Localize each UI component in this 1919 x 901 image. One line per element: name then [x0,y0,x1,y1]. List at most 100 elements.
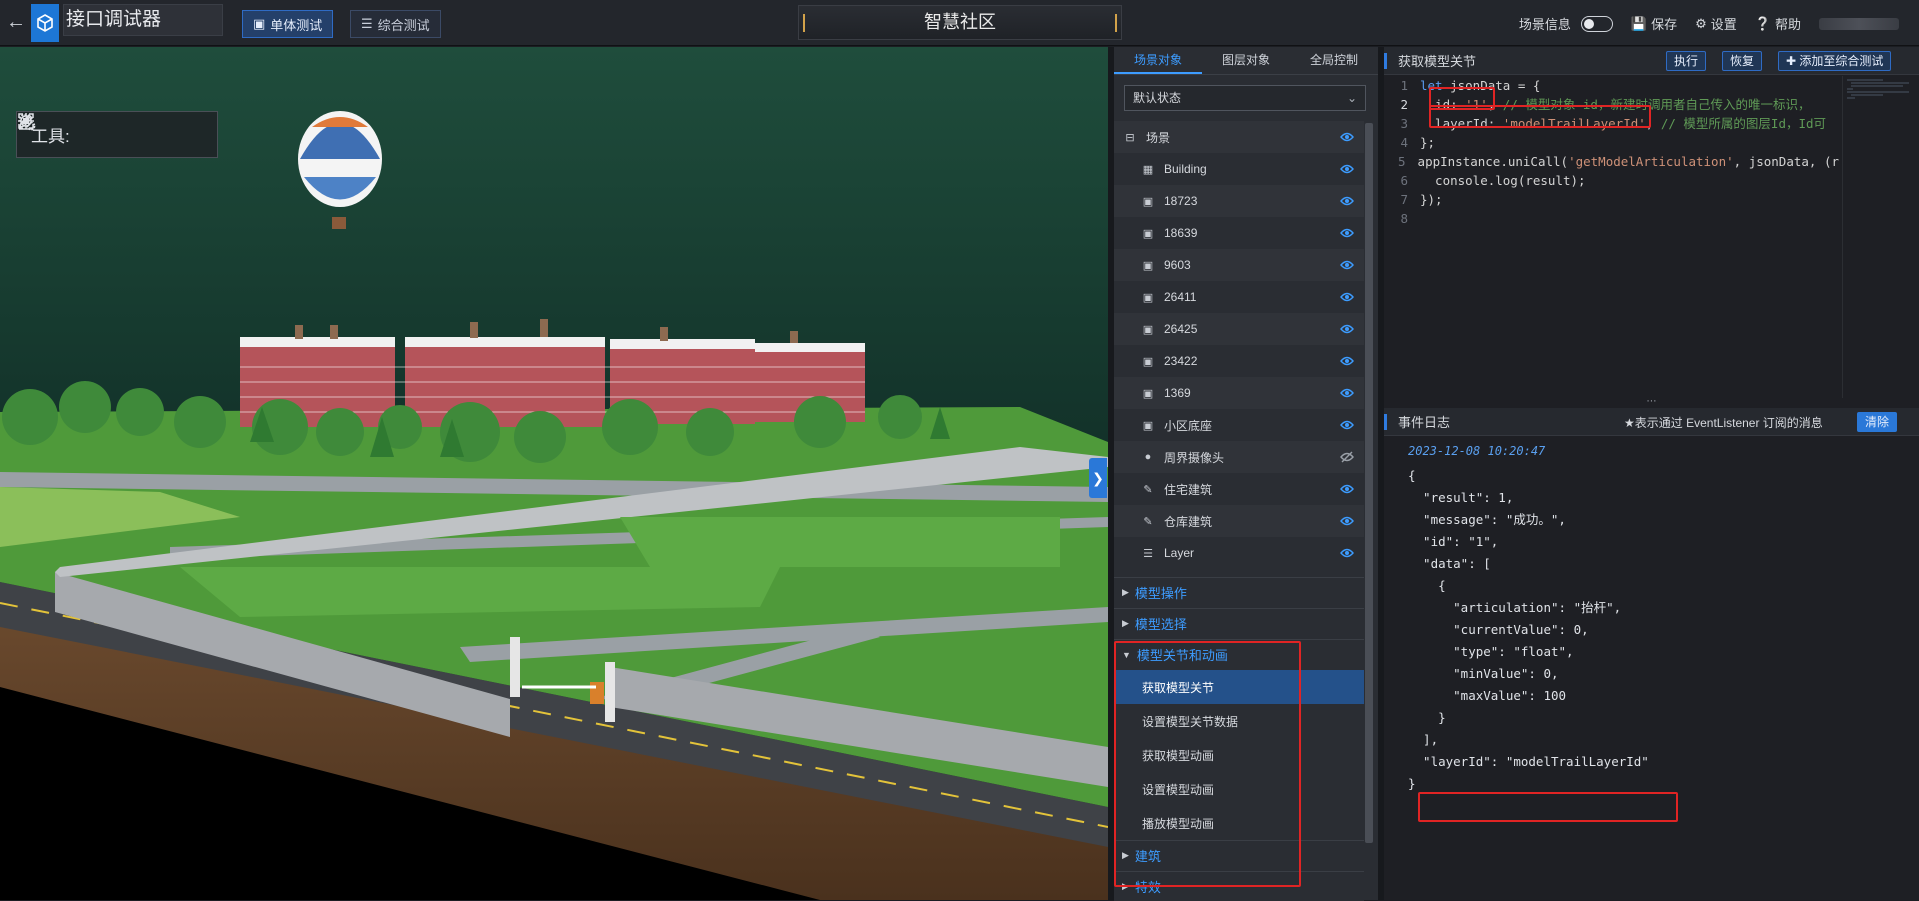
locate-icon[interactable] [18,113,100,145]
eye-icon[interactable] [1340,291,1354,303]
eye-icon[interactable] [1340,259,1354,271]
eye-icon[interactable] [1340,131,1354,143]
settings-button[interactable]: ⚙ 设置 [1695,14,1737,33]
log-timestamp: 2023-12-08 10:20:47 [1408,444,1546,458]
code-minimap[interactable] [1842,76,1912,398]
3d-viewport[interactable]: 工具: ❯ [0,47,1108,900]
caret-right-icon: ▶ [1122,881,1129,891]
section-model-joints[interactable]: ▼ 模型关节和动画 [1114,639,1364,669]
code-text: }); [1420,192,1443,207]
tree-item-label: 场景 [1146,130,1171,145]
tree-item-label: 住宅建筑 [1164,482,1213,497]
tree-item-residential[interactable]: ✎ 住宅建筑 [1114,473,1364,505]
eye-off-icon[interactable] [1340,451,1354,463]
save-button[interactable]: 💾 保存 [1631,14,1677,33]
resize-handle[interactable]: ⋯ [1384,397,1919,408]
log-line: "message": "成功。", [1408,512,1566,527]
menu-item-label: 获取模型动画 [1142,748,1215,763]
pen-icon[interactable] [18,113,160,145]
save-icon: 💾 [1630,15,1648,31]
section-model-ops[interactable]: ▶ 模型操作 [1114,577,1364,607]
help-button[interactable]: ❔ 帮助 [1755,14,1801,33]
code-text: jsonData = { [1442,78,1541,93]
cube-icon: ▣ [1142,355,1154,368]
menu-set-model-joints[interactable]: 设置模型关节数据 [1114,704,1364,738]
clear-button[interactable]: 清除 [1857,412,1898,432]
restore-button[interactable]: 恢复 [1722,51,1763,71]
eye-icon[interactable] [1340,419,1354,431]
tree-item-23422[interactable]: ▣ 23422 [1114,345,1364,377]
eye-icon[interactable] [1340,547,1354,559]
tree-item-perimeter-camera[interactable]: ● 周界摄像头 [1114,441,1364,473]
eye-icon[interactable] [1340,227,1354,239]
section-label: 建筑 [1134,849,1161,864]
tree-item-warehouse[interactable]: ✎ 仓库建筑 [1114,505,1364,537]
tree-item-9603[interactable]: ▣ 9603 [1114,249,1364,281]
tree-item-label: Layer [1164,546,1195,560]
scene-info-toggle[interactable]: 场景信息 [1519,14,1613,33]
tree-item-community-base[interactable]: ▣ 小区底座 [1114,409,1364,441]
frame-select-icon[interactable] [18,113,130,145]
cube-icon: ▣ [1142,419,1154,432]
tab-scene-objects[interactable]: 场景对象 [1114,47,1202,74]
eye-icon[interactable] [1340,387,1354,399]
tab-global-control[interactable]: 全局控制 [1290,47,1378,74]
code-line: 4}; [1384,133,1839,152]
scene-tree: ⊟ 场景 ▦ Building ▣ 18723 ▣ 18639 ▣ 9603 ▣… [1114,121,1364,569]
page-title: 智慧社区 [798,5,1122,40]
line-number: 8 [1400,211,1408,226]
tree-scrollbar[interactable] [1364,121,1374,891]
log-line: "result": 1, [1408,490,1514,505]
code-line: 8 [1384,209,1839,228]
chevron-down-icon: ⌄ [1346,91,1357,105]
code-editor[interactable]: 1 let jsonData = { 2 id: '1', // 模型对象 id，… [1384,76,1839,398]
tree-item-1369[interactable]: ▣ 1369 [1114,377,1364,409]
line-number: 2 [1400,97,1408,112]
log-line: "articulation": "抬杆", [1408,600,1622,615]
tree-item-label: 26411 [1164,290,1197,304]
log-hint: ★表示通过 EventListener 订阅的消息 [1624,416,1823,430]
tree-item-26411[interactable]: ▣ 26411 [1114,281,1364,313]
add-to-combined-button[interactable]: ✚ 添加至综合测试 [1778,51,1892,71]
tree-item-label: 仓库建筑 [1164,514,1213,529]
run-button[interactable]: 执行 [1666,51,1707,71]
tree-item-layer[interactable]: ☰ Layer [1114,537,1364,569]
toggle-switch[interactable] [1580,15,1613,32]
panel-expand-tab[interactable]: ❯ [1089,458,1107,498]
tree-item-26425[interactable]: ▣ 26425 [1114,313,1364,345]
combined-test-label: 综合测试 [377,17,430,33]
eye-icon[interactable] [1340,515,1354,527]
single-test-button[interactable]: ▣ 单体测试 [242,10,334,38]
section-model-select[interactable]: ▶ 模型选择 [1114,608,1364,638]
tree-item-18723[interactable]: ▣ 18723 [1114,185,1364,217]
state-select[interactable]: 默认状态 ⌄ [1124,85,1366,111]
section-effects[interactable]: ▶ 特效 [1114,871,1364,901]
minus-box-icon[interactable]: ⊟ [1124,131,1136,144]
tab-layer-objects[interactable]: 图层对象 [1202,47,1290,74]
code-string: 'modelTrailLayerId' [1502,116,1646,131]
menu-get-model-joints[interactable]: 获取模型关节 [1114,670,1364,704]
gear-cluster-icon[interactable] [19,114,190,145]
event-log-body: 2023-12-08 10:20:47 { "result": 1, "mess… [1384,438,1919,900]
log-line: "maxValue": 100 [1408,688,1567,703]
eye-icon[interactable] [1340,355,1354,367]
eye-icon[interactable] [1340,163,1354,175]
eye-icon[interactable] [1340,483,1354,495]
eye-icon[interactable] [1340,195,1354,207]
scrollbar-thumb[interactable] [1365,123,1373,843]
tree-item-18639[interactable]: ▣ 18639 [1114,217,1364,249]
eye-icon[interactable] [1340,323,1354,335]
tree-item-label: 9603 [1164,258,1191,272]
back-arrow-icon[interactable]: ← [4,8,28,36]
menu-set-model-animation[interactable]: 设置模型动画 [1114,772,1364,806]
section-building[interactable]: ▶ 建筑 [1114,840,1364,870]
code-text: }; [1420,135,1436,150]
combined-test-button[interactable]: ☰ 综合测试 [350,10,441,38]
tree-root-scene[interactable]: ⊟ 场景 [1114,121,1364,153]
line-number: 4 [1400,135,1408,150]
tree-item-building[interactable]: ▦ Building [1114,153,1364,185]
highlight-box-log-layerid [1418,792,1678,822]
menu-get-model-animation[interactable]: 获取模型动画 [1114,738,1364,772]
menu-play-model-animation[interactable]: 播放模型动画 [1114,806,1364,840]
top-bar: ← 接口调试器 ▣ 单体测试 ☰ 综合测试 智慧社区 场景信息 💾 保存 ⚙ 设… [0,0,1919,46]
